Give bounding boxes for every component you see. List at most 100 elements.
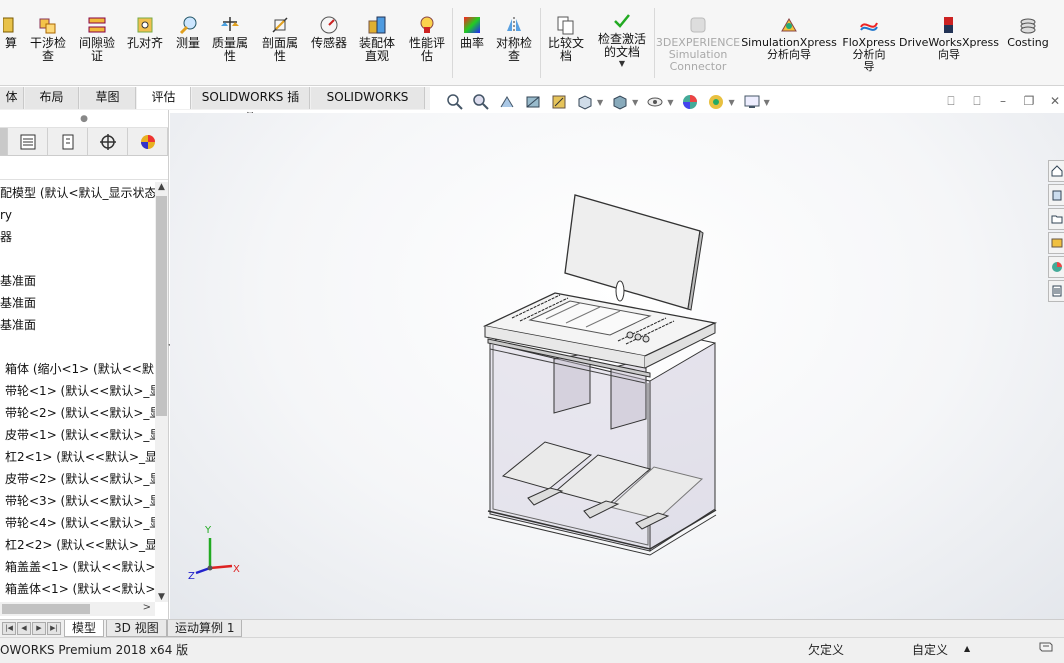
tile-right-icon[interactable]: ⎕: [968, 92, 986, 110]
calculate-button[interactable]: 算: [0, 14, 22, 50]
design-library-icon[interactable]: [1048, 184, 1064, 206]
tree-item-history[interactable]: ry: [0, 204, 155, 226]
tree-item-right-plane[interactable]: 基准面: [0, 314, 155, 336]
tree-item-origin[interactable]: [0, 336, 155, 358]
costing-button[interactable]: Costing: [1004, 14, 1052, 49]
floxpress-button[interactable]: FloXpress 分析向 导: [840, 14, 898, 73]
zoom-to-area-icon[interactable]: [470, 92, 492, 112]
tree-item-component[interactable]: 带轮<2> (默认<<默认>_显: [0, 402, 155, 424]
tab-sketch[interactable]: 草图: [80, 87, 136, 109]
file-explorer-icon[interactable]: [1048, 208, 1064, 230]
measure-button[interactable]: 测量: [172, 14, 204, 50]
manager-tab-display[interactable]: [128, 128, 168, 155]
tab-features[interactable]: 体: [0, 87, 24, 109]
tab-3d-views[interactable]: 3D 视图: [106, 620, 167, 637]
model-3d-view[interactable]: Y X Z: [170, 113, 1064, 619]
tree-item-assembly-root[interactable]: 配模型 (默认<默认_显示状态: [0, 182, 155, 204]
chevron-down-icon[interactable]: ▼: [597, 98, 603, 107]
close-icon[interactable]: ✕: [1046, 92, 1064, 110]
manager-tab-dimxpert[interactable]: [88, 128, 128, 155]
edit-appearance-icon[interactable]: [679, 92, 701, 112]
units-menu-arrow-icon[interactable]: ▲: [964, 644, 970, 653]
tree-horizontal-scrollbar[interactable]: >: [0, 602, 155, 616]
tree-item-component[interactable]: 带轮<1> (默认<<默认>_显: [0, 380, 155, 402]
tree-item-component[interactable]: 带轮<4> (默认<<默认>_显: [0, 512, 155, 534]
manager-tab-property[interactable]: [8, 128, 48, 155]
assembly-visualization-button[interactable]: 装配体 直观: [356, 14, 398, 63]
hole-alignment-button[interactable]: 孔对齐: [124, 14, 166, 50]
hide-show-items-icon[interactable]: [644, 92, 666, 112]
tree-item-component[interactable]: 箱盖盖<1> (默认<<默认>_: [0, 556, 155, 578]
chevron-down-icon[interactable]: ▼: [728, 98, 734, 107]
tile-left-icon[interactable]: ⎕: [942, 92, 960, 110]
scroll-thumb[interactable]: [156, 196, 167, 416]
display-style-icon[interactable]: [609, 92, 631, 112]
graphics-area[interactable]: Y X Z: [170, 113, 1064, 619]
tree-item-front-plane[interactable]: 基准面: [0, 270, 155, 292]
scroll-up-icon[interactable]: ▲: [155, 182, 168, 192]
tab-model[interactable]: 模型: [64, 620, 105, 637]
tab-solidworks-mbd[interactable]: SOLIDWORKS MBD: [311, 87, 425, 125]
tree-item-annotations[interactable]: [0, 248, 155, 270]
view-orientation-icon[interactable]: [574, 92, 596, 112]
check-active-document-button[interactable]: 检查激活 的文档 ▼: [594, 10, 650, 68]
tree-item-top-plane[interactable]: 基准面: [0, 292, 155, 314]
tab-layout[interactable]: 布局: [25, 87, 79, 109]
clearance-verification-button[interactable]: 间隙验 证: [76, 14, 118, 63]
tree-item-component[interactable]: 箱体 (缩小<1> (默认<<默: [0, 358, 155, 380]
chevron-down-icon[interactable]: ▼: [632, 98, 638, 107]
restore-icon[interactable]: ❐: [1020, 92, 1038, 110]
chevron-down-icon[interactable]: ▼: [619, 59, 625, 68]
scroll-down-icon[interactable]: ▼: [155, 592, 168, 602]
simulationxpress-button[interactable]: SimulationXpress 分析向导: [741, 14, 837, 61]
3dexperience-simulation-connector-button[interactable]: 3DEXPERIENCE Simulation Connector: [656, 14, 740, 73]
view-settings-icon[interactable]: [741, 92, 763, 112]
next-tab-icon[interactable]: ▶: [32, 622, 46, 635]
solidworks-resources-icon[interactable]: [1048, 160, 1064, 182]
tree-item-component[interactable]: 带轮<3> (默认<<默认>_显: [0, 490, 155, 512]
scroll-thumb[interactable]: [2, 604, 90, 614]
sensor-button[interactable]: 传感器: [308, 14, 350, 50]
tab-evaluate[interactable]: 评估: [137, 87, 191, 109]
scroll-right-icon[interactable]: >: [143, 602, 151, 613]
tree-item-sensors[interactable]: 器: [0, 226, 155, 248]
chevron-down-icon[interactable]: ▼: [764, 98, 770, 107]
pane-grip[interactable]: ●: [0, 110, 168, 128]
symmetry-check-button[interactable]: 对称检 查: [492, 14, 536, 63]
interference-check-button[interactable]: 干涉检 查: [26, 14, 70, 63]
manager-tab-feature-tree[interactable]: [0, 128, 8, 155]
curvature-button[interactable]: 曲率: [456, 14, 488, 50]
appearances-scenes-icon[interactable]: [1048, 256, 1064, 278]
mass-properties-button[interactable]: 质量属 性: [208, 14, 252, 63]
tree-filter[interactable]: [0, 156, 168, 180]
first-tab-icon[interactable]: |◀: [2, 622, 16, 635]
tree-item-component[interactable]: 箱盖体<1> (默认<<默认>_: [0, 578, 155, 600]
driveworksxpress-button[interactable]: DriveWorksXpress 向导: [899, 14, 999, 61]
manager-tab-configuration[interactable]: [48, 128, 88, 155]
compare-documents-button[interactable]: 比较文 档: [544, 14, 588, 63]
last-tab-icon[interactable]: ▶|: [47, 622, 61, 635]
previous-view-icon[interactable]: [496, 92, 518, 112]
tab-motion-study[interactable]: 运动算例 1: [167, 620, 243, 637]
dynamic-annotation-icon[interactable]: [548, 92, 570, 112]
tree-item-component[interactable]: 杠2<1> (默认<<默认>_显示: [0, 446, 155, 468]
tree-item-component[interactable]: 杠2<2> (默认<<默认>_显示: [0, 534, 155, 556]
tree-item-component[interactable]: 皮带<2> (默认<<默认>_显: [0, 468, 155, 490]
view-palette-icon[interactable]: [1048, 232, 1064, 254]
quick-tips-icon[interactable]: [1038, 639, 1054, 658]
zoom-to-fit-icon[interactable]: [444, 92, 466, 112]
tree-vertical-scrollbar[interactable]: ▲ ▼: [155, 182, 168, 602]
tab-solidworks-addins[interactable]: SOLIDWORKS 插件: [192, 87, 310, 125]
tree-item-component[interactable]: 皮带<1> (默认<<默认>_显: [0, 424, 155, 446]
custom-properties-icon[interactable]: [1048, 280, 1064, 302]
status-units-custom[interactable]: 自定义: [912, 641, 948, 658]
prev-tab-icon[interactable]: ◀: [17, 622, 31, 635]
minimize-icon[interactable]: –: [994, 92, 1012, 110]
ribbon-separator: [540, 8, 541, 78]
apply-scene-icon[interactable]: [705, 92, 727, 112]
section-view-icon[interactable]: [522, 92, 544, 112]
performance-evaluation-button[interactable]: 性能评 估: [404, 14, 450, 63]
section-properties-button[interactable]: 剖面属 性: [258, 14, 302, 63]
chevron-down-icon[interactable]: ▼: [667, 98, 673, 107]
feature-manager-pane: ● 配模型 (默认<默认_显示状态 ry 器 基准面 基准面 基准面 箱体 (缩…: [0, 110, 169, 619]
